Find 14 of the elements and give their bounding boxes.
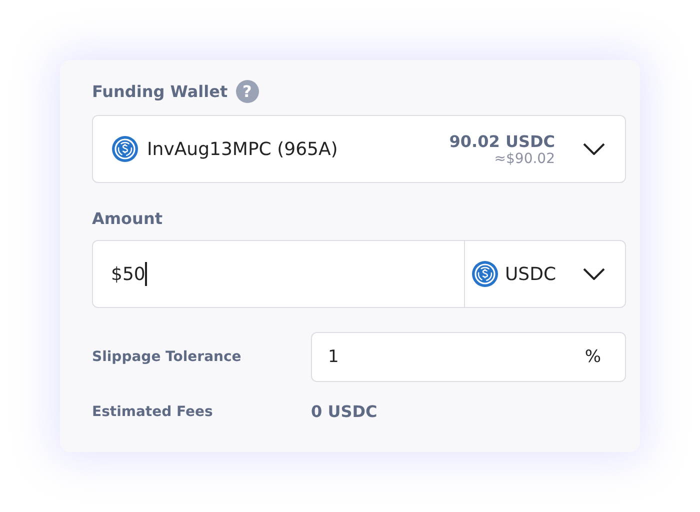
field-label: Amount bbox=[92, 209, 164, 228]
chevron-down-icon bbox=[583, 143, 605, 155]
wallet-name: InvAug13MPC (965A) bbox=[147, 138, 339, 160]
field-label: Estimated Fees bbox=[92, 404, 214, 420]
wallet-balance: 90.02 USDC bbox=[449, 132, 555, 150]
field-label: Funding Wallet bbox=[92, 82, 228, 100]
field-label: Slippage Tolerance bbox=[92, 349, 242, 365]
coin-icon bbox=[111, 135, 139, 163]
percent-unit: % bbox=[584, 347, 601, 367]
wallet-select[interactable]: InvAug13MPC (965A) 90.02 USDC ≈$90.02 bbox=[92, 115, 626, 183]
slippage-value: 1 bbox=[328, 347, 339, 367]
wallet-balance-usd: ≈$90.02 bbox=[494, 150, 555, 166]
fees-value: 0 USDC bbox=[311, 402, 378, 421]
slippage-field[interactable]: 1 % bbox=[311, 332, 626, 382]
